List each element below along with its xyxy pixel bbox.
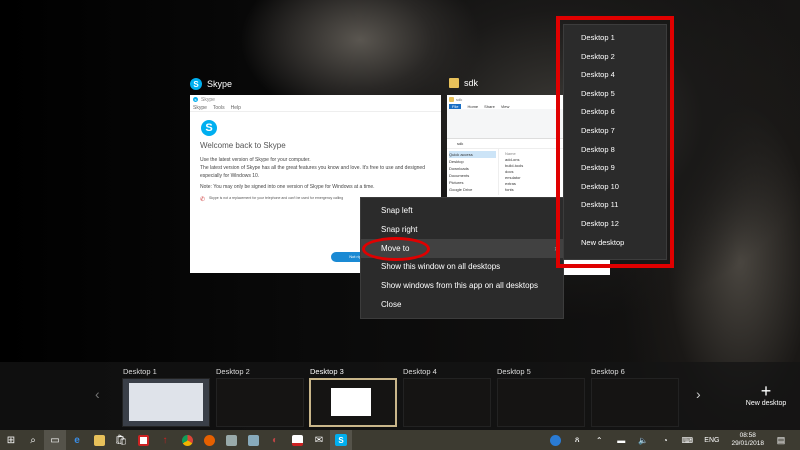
firefox-icon[interactable] xyxy=(198,430,220,450)
new-desktop-button[interactable]: + New desktop xyxy=(745,382,787,407)
scroll-right-arrow[interactable]: › xyxy=(696,386,701,402)
skype-icon: S xyxy=(193,97,198,102)
nav-item[interactable]: Quick access xyxy=(449,151,496,158)
app-red-arrow-icon[interactable]: ↑ xyxy=(154,430,176,450)
skype-window-title: Skype xyxy=(201,97,215,103)
file-item[interactable]: fonts xyxy=(505,187,523,193)
clock[interactable]: 08:58 29/01/2018 xyxy=(725,432,770,448)
keyboard-icon[interactable]: ⌨ xyxy=(676,430,698,450)
file-list: Name add-ons build-tools docs emulator extra… xyxy=(499,149,529,195)
highlight-rectangle xyxy=(556,16,674,268)
edge-icon[interactable]: e xyxy=(66,430,88,450)
highlight-ellipse xyxy=(362,237,430,261)
menu-help[interactable]: Help xyxy=(231,105,241,111)
mail-icon[interactable]: ✉ xyxy=(308,430,330,450)
tab-share[interactable]: Share xyxy=(484,104,495,109)
menu-item-show-app-all-desktops[interactable]: Show windows from this app on all deskto… xyxy=(361,276,563,295)
nav-item[interactable]: Downloads xyxy=(449,165,496,172)
search-icon[interactable]: ⌕ xyxy=(22,430,44,450)
app-red-icon[interactable] xyxy=(132,430,154,450)
desktop-thumbnail-1[interactable] xyxy=(122,378,210,427)
folder-icon xyxy=(449,97,454,102)
tab-home[interactable]: Home xyxy=(467,104,478,109)
plus-icon: + xyxy=(760,381,772,401)
nav-pane: Quick access Desktop Downloads Documents Pic… xyxy=(447,149,499,195)
menu-item-close[interactable]: Close xyxy=(361,295,563,314)
people-icon[interactable]: ጸ xyxy=(566,430,588,450)
desktop-label: Desktop 3 xyxy=(310,367,344,376)
desktop-thumbnail-3[interactable] xyxy=(309,378,397,427)
desktop-strip xyxy=(0,362,800,430)
desktop-label: Desktop 2 xyxy=(216,367,250,376)
skype-body: Use the latest version of Skype for your… xyxy=(200,156,425,191)
folder-icon xyxy=(449,78,459,88)
start-windows-icon[interactable]: ⊞ xyxy=(0,430,22,450)
skype-warning: ✆ Skype is not a replacement for your tel… xyxy=(200,196,343,203)
desktop-label: Desktop 6 xyxy=(591,367,625,376)
desktop-thumbnail-6[interactable] xyxy=(591,378,679,427)
skype-paragraph: The latest version of Skype has all the … xyxy=(200,165,425,179)
skype-icon: S xyxy=(190,78,202,90)
skype-menubar: Skype Tools Help xyxy=(190,105,441,112)
task-view-icon[interactable]: ▭ xyxy=(44,430,66,450)
file-explorer-icon[interactable] xyxy=(88,430,110,450)
warning-text: Skype is not a replacement for your tele… xyxy=(209,196,344,200)
chrome-icon[interactable] xyxy=(176,430,198,450)
skype-taskbar-icon[interactable]: S xyxy=(330,430,352,450)
menu-skype[interactable]: Skype xyxy=(193,105,207,111)
tab-view[interactable]: View xyxy=(501,104,510,109)
pdf-icon[interactable] xyxy=(286,430,308,450)
window-label-skype[interactable]: S Skype xyxy=(190,78,232,90)
wifi-icon[interactable]: ◔ xyxy=(654,430,676,450)
window-title: Skype xyxy=(207,79,233,89)
notepad-icon[interactable] xyxy=(242,430,264,450)
skype-logo-icon: S xyxy=(201,120,217,136)
desktop-label: Desktop 1 xyxy=(123,367,157,376)
nav-item[interactable]: Desktop xyxy=(449,158,496,165)
volume-icon[interactable]: 🔈 xyxy=(632,430,654,450)
window-title: sdk xyxy=(464,78,479,88)
nav-item[interactable]: Pictures xyxy=(449,179,496,186)
remote-desktop-icon[interactable] xyxy=(220,430,242,450)
clock-date: 29/01/2018 xyxy=(731,440,764,447)
desktop-label: Desktop 5 xyxy=(497,367,531,376)
store-icon[interactable]: 🛍 xyxy=(110,430,132,450)
explorer-title: sdk xyxy=(456,97,463,102)
battery-icon[interactable]: ▬ xyxy=(610,430,632,450)
no-phone-icon: ✆ xyxy=(200,197,206,203)
skype-paragraph: Note: You may only be signed into one ve… xyxy=(200,184,375,190)
help-icon[interactable] xyxy=(544,430,566,450)
language-indicator[interactable]: ENG xyxy=(698,437,725,444)
window-label-sdk[interactable]: sdk xyxy=(449,78,478,88)
menu-item-snap-left[interactable]: Snap left xyxy=(361,201,563,220)
skype-titlebar: S Skype xyxy=(190,95,441,105)
skype-heading: Welcome back to Skype xyxy=(200,141,286,150)
menu-tools[interactable]: Tools xyxy=(213,105,225,111)
taskbar: ⊞ ⌕ ▭ e 🛍 ↑ ◐ ✉ S ጸ ⌃ ▬ 🔈 ◔ ⌨ ENG 08:58 … xyxy=(0,430,800,450)
skype-paragraph: Use the latest version of Skype for your… xyxy=(200,157,311,163)
app-icon[interactable]: ◐ xyxy=(264,430,286,450)
desktop-thumbnail-2[interactable] xyxy=(216,378,304,427)
chevron-up-icon[interactable]: ⌃ xyxy=(588,430,610,450)
tab-file[interactable]: File xyxy=(449,104,462,109)
nav-item[interactable]: Google Drive xyxy=(449,186,496,193)
desktop-thumbnail-4[interactable] xyxy=(403,378,491,427)
action-center-icon[interactable]: ▤ xyxy=(770,430,792,450)
nav-item[interactable]: Documents xyxy=(449,172,496,179)
new-desktop-label: New desktop xyxy=(745,400,787,407)
desktop-label: Desktop 4 xyxy=(403,367,437,376)
desktop-thumbnail-5[interactable] xyxy=(497,378,585,427)
clock-time: 08:58 xyxy=(739,432,756,439)
scroll-left-arrow[interactable]: ‹ xyxy=(95,386,100,402)
